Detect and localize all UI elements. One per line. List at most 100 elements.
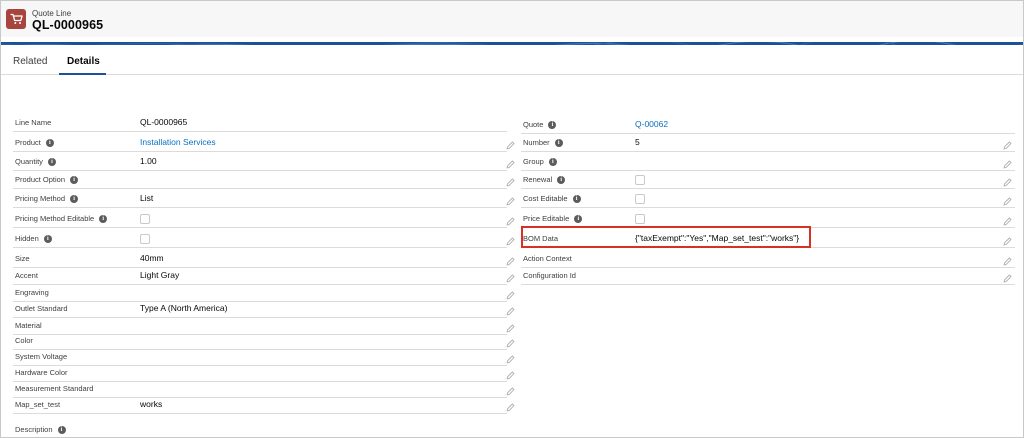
field-label-quote: Quote i [523,120,557,129]
info-icon[interactable]: i [557,175,566,184]
field-label-measurement-standard: Measurement Standard [15,384,93,393]
field-row-outlet-standard: Outlet Standard Type A (North America) [13,300,515,318]
field-label-quantity: Quantity i [15,157,56,166]
edit-pencil-icon[interactable] [1003,193,1012,206]
edit-pencil-icon[interactable] [506,399,515,412]
field-row-cost-editable: Cost Editable i [521,190,1015,208]
record-header: Quote Line QL-0000965 [1,1,1023,37]
edit-pencil-icon[interactable] [506,137,515,150]
edit-pencil-icon[interactable] [506,320,515,333]
edit-pencil-icon[interactable] [506,335,515,348]
edit-pencil-icon[interactable] [506,253,515,266]
field-label-text: Product Option [15,175,66,184]
field-label-text: Outlet Standard [15,304,68,313]
edit-pencil-icon[interactable] [506,351,515,364]
field-label-accent: Accent [15,271,38,280]
field-label-hidden: Hidden i [15,234,52,243]
field-label-system-voltage: System Voltage [15,352,67,361]
tab-related[interactable]: Related [13,56,47,67]
field-label-price-editable: Price Editable i [523,214,583,223]
edit-pencil-icon[interactable] [506,383,515,396]
info-icon[interactable]: i [548,120,557,129]
field-label-map-set-test: Map_set_test [15,400,60,409]
field-label-text: Configuration Id [523,271,576,280]
field-row-accent: Accent Light Gray [13,267,515,285]
record-page: Quote Line QL-0000965 Related Details Li… [0,0,1024,438]
field-label-text: Accent [15,271,38,280]
field-label-pricing-method-editable: Pricing Method Editable i [15,214,108,223]
edit-pencil-icon[interactable] [1003,233,1012,246]
field-link-quote[interactable]: Q-00062 [635,119,668,129]
edit-pencil-icon[interactable] [506,367,515,380]
active-tab-indicator [59,73,106,75]
field-link-product[interactable]: Installation Services [140,137,216,147]
field-row-group: Group i [521,153,1015,171]
field-label-text: Quantity [15,157,43,166]
field-label-text: Measurement Standard [15,384,94,393]
field-label-number: Number i [523,138,563,147]
field-label-color: Color [15,336,33,345]
field-label-text: Pricing Method [15,194,66,203]
checkbox-cost-editable [635,194,645,204]
info-icon[interactable]: i [70,194,79,203]
field-label-line-name: Line Name [15,118,51,127]
field-label: Description [15,425,53,434]
field-label-text: Engraving [15,288,49,297]
field-label-renewal: Renewal i [523,175,566,184]
field-label-text: Hardware Color [15,368,68,377]
field-label-text: Size [15,254,30,263]
info-icon[interactable]: i [572,194,581,203]
object-type-label: Quote Line [32,9,72,18]
edit-pencil-icon[interactable] [506,233,515,246]
edit-pencil-icon[interactable] [1003,270,1012,283]
info-icon[interactable]: i [57,425,66,434]
edit-pencil-icon[interactable] [506,193,515,206]
field-value-quantity: 1.00 [140,156,157,166]
edit-pencil-icon[interactable] [506,156,515,169]
edit-pencil-icon[interactable] [1003,156,1012,169]
edit-pencil-icon[interactable] [1003,253,1012,266]
field-row-action-context: Action Context [521,250,1015,268]
info-icon[interactable]: i [45,138,54,147]
checkbox-renewal [635,175,645,185]
tab-details[interactable]: Details [67,56,100,67]
field-label-text: System Voltage [15,352,68,361]
info-icon[interactable]: i [99,214,108,223]
info-icon[interactable]: i [574,214,583,223]
field-value-size: 40mm [140,253,164,263]
field-row-renewal: Renewal i [521,171,1015,189]
field-row-size: Size 40mm [13,250,515,268]
edit-pencil-icon[interactable] [506,213,515,226]
field-row-quote: Quote i Q-00062 [521,116,1015,134]
edit-pencil-icon[interactable] [1003,174,1012,187]
field-label-text: Renewal [523,175,553,184]
cart-icon [6,9,26,29]
info-icon[interactable]: i [47,157,56,166]
field-label-group: Group i [523,157,557,166]
field-label-cost-editable: Cost Editable i [523,194,581,203]
info-icon[interactable]: i [554,138,563,147]
info-icon[interactable]: i [43,234,52,243]
field-value-outlet-standard: Type A (North America) [140,303,228,313]
edit-pencil-icon[interactable] [506,303,515,316]
edit-pencil-icon[interactable] [506,174,515,187]
field-value-map-set-test: works [140,399,163,409]
header-banner [1,37,1023,45]
field-row-hidden: Hidden i [13,230,515,248]
edit-pencil-icon[interactable] [1003,213,1012,226]
field-label-text: Material [15,321,42,330]
record-title: QL-0000965 [32,18,104,32]
field-label-text: Cost Editable [523,194,568,203]
field-label-text: Quote [523,120,544,129]
checkbox-price-editable [635,214,645,224]
edit-pencil-icon[interactable] [506,287,515,300]
edit-pencil-icon[interactable] [506,270,515,283]
field-label-text: Group [523,157,544,166]
info-icon[interactable]: i [70,175,79,184]
field-label-text: Hidden [15,234,39,243]
description-field-label: Description i [15,425,66,434]
info-icon[interactable]: i [548,157,557,166]
field-label-product: Product i [15,138,54,147]
edit-pencil-icon[interactable] [1003,137,1012,150]
field-label-size: Size [15,254,30,263]
